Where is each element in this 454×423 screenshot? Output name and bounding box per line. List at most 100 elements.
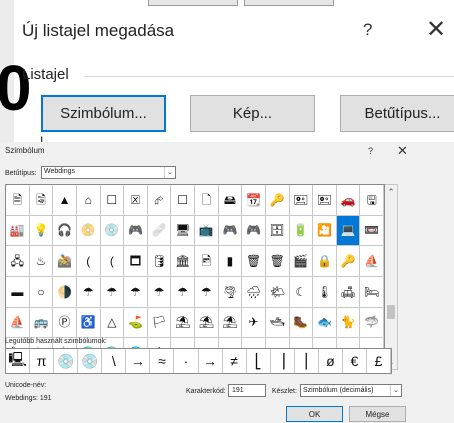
symbol-cell[interactable]: 🗵 <box>124 185 148 216</box>
symbol-cell[interactable]: 📆 <box>242 185 266 216</box>
symbol-cell[interactable]: ▬ <box>6 276 30 308</box>
symbol-cell[interactable]: ○ <box>29 276 54 308</box>
recent-symbol-cell[interactable]: 💿 <box>78 349 103 373</box>
picture-button[interactable]: Kép... <box>190 95 315 132</box>
symbol-cell[interactable]: 📀 <box>76 215 101 247</box>
help-button[interactable]: ? <box>363 20 372 40</box>
symbol-cell[interactable]: 🖭 <box>289 185 314 216</box>
scroll-up-icon[interactable]: ⌃ <box>385 187 397 198</box>
symbol-cell[interactable]: 🎮 <box>124 215 148 247</box>
symbol-cell[interactable]: 🎧 <box>53 215 77 247</box>
symbol-cell[interactable]: 🗄 <box>265 215 290 247</box>
symbol-cell[interactable]: 🎬 <box>289 246 314 277</box>
symbol-cell[interactable]: ☂ <box>195 276 219 308</box>
symbol-cell[interactable]: ♿ <box>76 307 101 339</box>
symbol-cell[interactable]: 🌧 <box>242 276 266 308</box>
char-code-input[interactable]: 191 <box>228 384 266 397</box>
recent-symbol-cell[interactable]: € <box>343 349 367 373</box>
symbol-cell[interactable]: 🖴 <box>218 185 243 216</box>
symbol-cell[interactable]: 🛋 <box>336 276 361 308</box>
symbol-cell[interactable]: ♨ <box>29 246 54 277</box>
symbol-cell[interactable]: 🎮 <box>242 215 266 247</box>
symbol-cell[interactable]: 🚗 <box>336 185 361 216</box>
symbol-cell[interactable]: ☐ <box>171 185 195 216</box>
symbol-cell[interactable]: 🗖 <box>124 246 148 277</box>
symbol-cell[interactable]: 🐈 <box>336 307 361 339</box>
symbol-cell[interactable]: Ⓟ <box>53 307 77 339</box>
recent-symbol-cell[interactable]: ⎟ <box>271 349 295 373</box>
symbol-cell[interactable]: 🔑 <box>265 185 290 216</box>
ok-button[interactable]: OK <box>286 406 343 422</box>
symbol-cell[interactable]: ⛱ <box>171 307 195 339</box>
symbol-grid-scrollbar[interactable]: ⌃ ⌄ <box>385 184 398 370</box>
symbol-cell[interactable]: 🎦 <box>313 215 337 247</box>
symbol-cell[interactable]: ☂ <box>124 276 148 308</box>
symbol-cell[interactable]: ⛵ <box>6 307 30 339</box>
close-icon[interactable]: ✕ <box>426 15 446 44</box>
recent-symbol-cell[interactable]: £ <box>367 349 391 373</box>
symbol-cell[interactable]: 🗟 <box>29 185 54 216</box>
set-select[interactable]: Szimbólum (decimális) ⌄ <box>300 384 402 397</box>
recent-symbol-cell[interactable]: 💿 <box>54 349 79 373</box>
symbol-cell[interactable]: 🔑 <box>336 246 361 277</box>
recent-symbol-cell[interactable]: ⎣ <box>247 349 271 373</box>
font-select[interactable]: Webdings ⌄ <box>41 166 176 179</box>
symbol-close-icon[interactable]: ✕ <box>397 143 408 159</box>
symbol-cell[interactable]: 🏛 <box>171 246 195 277</box>
symbol-cell[interactable]: ☂ <box>100 276 125 308</box>
symbol-cell[interactable]: 🗑 <box>265 246 290 277</box>
symbol-cell[interactable]: 💿 <box>100 215 125 247</box>
symbol-cell[interactable]: 💻 <box>336 215 361 247</box>
symbol-cell[interactable]: ▲ <box>53 185 77 216</box>
symbol-cell[interactable]: 🌡 <box>313 276 337 308</box>
symbol-cell[interactable]: 🏭 <box>6 215 30 247</box>
symbol-cell[interactable]: ⌂ <box>76 185 101 216</box>
symbol-cell[interactable]: ☐ <box>100 185 125 216</box>
symbol-cell[interactable]: ☂ <box>76 276 101 308</box>
symbol-cell[interactable]: 🗋 <box>195 185 219 216</box>
symbol-cell[interactable]: 🎮 <box>218 215 243 247</box>
symbol-cell[interactable]: 🚌 <box>29 307 54 339</box>
recent-symbol-cell[interactable]: · <box>174 349 199 373</box>
symbol-button[interactable]: Szimbólum... <box>41 95 166 132</box>
symbol-cell[interactable]: 📺 <box>195 215 219 247</box>
symbol-cell[interactable]: 🐟 <box>313 307 337 339</box>
symbol-cell[interactable]: ⛱ <box>195 307 219 339</box>
recent-symbol-cell[interactable]: ⎪ <box>295 349 319 373</box>
symbol-cell[interactable]: 🩹 <box>147 215 172 247</box>
symbol-cell[interactable]: ⛳ <box>124 307 148 339</box>
symbol-cell[interactable]: ⮳ <box>147 185 172 216</box>
symbol-cell[interactable]: 🚵 <box>53 246 77 277</box>
symbol-cell[interactable]: 🥾 <box>289 307 314 339</box>
symbol-cell[interactable]: ⛵ <box>360 246 384 277</box>
font-button[interactable]: Betűtípus... <box>340 95 454 132</box>
recent-symbol-cell[interactable]: → <box>126 349 151 373</box>
symbol-help-button[interactable]: ? <box>368 146 373 156</box>
symbol-cell[interactable]: 🖫 <box>360 185 384 216</box>
recent-symbol-cell[interactable]: π <box>30 349 55 373</box>
symbol-cell[interactable]: 🌪 <box>218 276 243 308</box>
scroll-thumb[interactable] <box>387 305 395 319</box>
symbol-cell[interactable]: 🛏 <box>360 276 384 308</box>
symbol-cell[interactable]: ☂ <box>147 276 172 308</box>
symbol-cell[interactable]: 🖧 <box>6 246 30 277</box>
symbol-cell[interactable]: 🌗 <box>53 276 77 308</box>
recent-symbol-cell[interactable]: ≈ <box>150 349 175 373</box>
symbol-cell[interactable]: ✈ <box>242 307 266 339</box>
recent-symbol-cell[interactable]: → <box>199 349 223 373</box>
symbol-cell[interactable]: ⛱ <box>218 307 243 339</box>
symbol-cell[interactable]: ( <box>76 246 101 277</box>
symbol-cell[interactable]: 🛢 <box>147 246 172 277</box>
symbol-cell[interactable]: 🛥 <box>265 307 290 339</box>
recent-symbol-cell[interactable]: \ <box>102 349 127 373</box>
chevron-down-icon[interactable]: ⌄ <box>390 385 401 396</box>
symbol-cell[interactable]: 🖥 <box>171 215 195 247</box>
symbol-cell[interactable]: 🔒 <box>313 246 337 277</box>
cancel-button[interactable]: Mégse <box>349 406 406 422</box>
recent-symbol-cell[interactable]: 🖳 <box>6 349 31 373</box>
symbol-cell[interactable]: 🔋 <box>289 215 314 247</box>
symbol-cell[interactable]: 🖻 <box>195 246 219 277</box>
chevron-down-icon[interactable]: ⌄ <box>164 167 175 178</box>
recent-symbol-cell[interactable]: ≠ <box>223 349 247 373</box>
symbol-cell[interactable]: 🗎 <box>6 185 30 216</box>
